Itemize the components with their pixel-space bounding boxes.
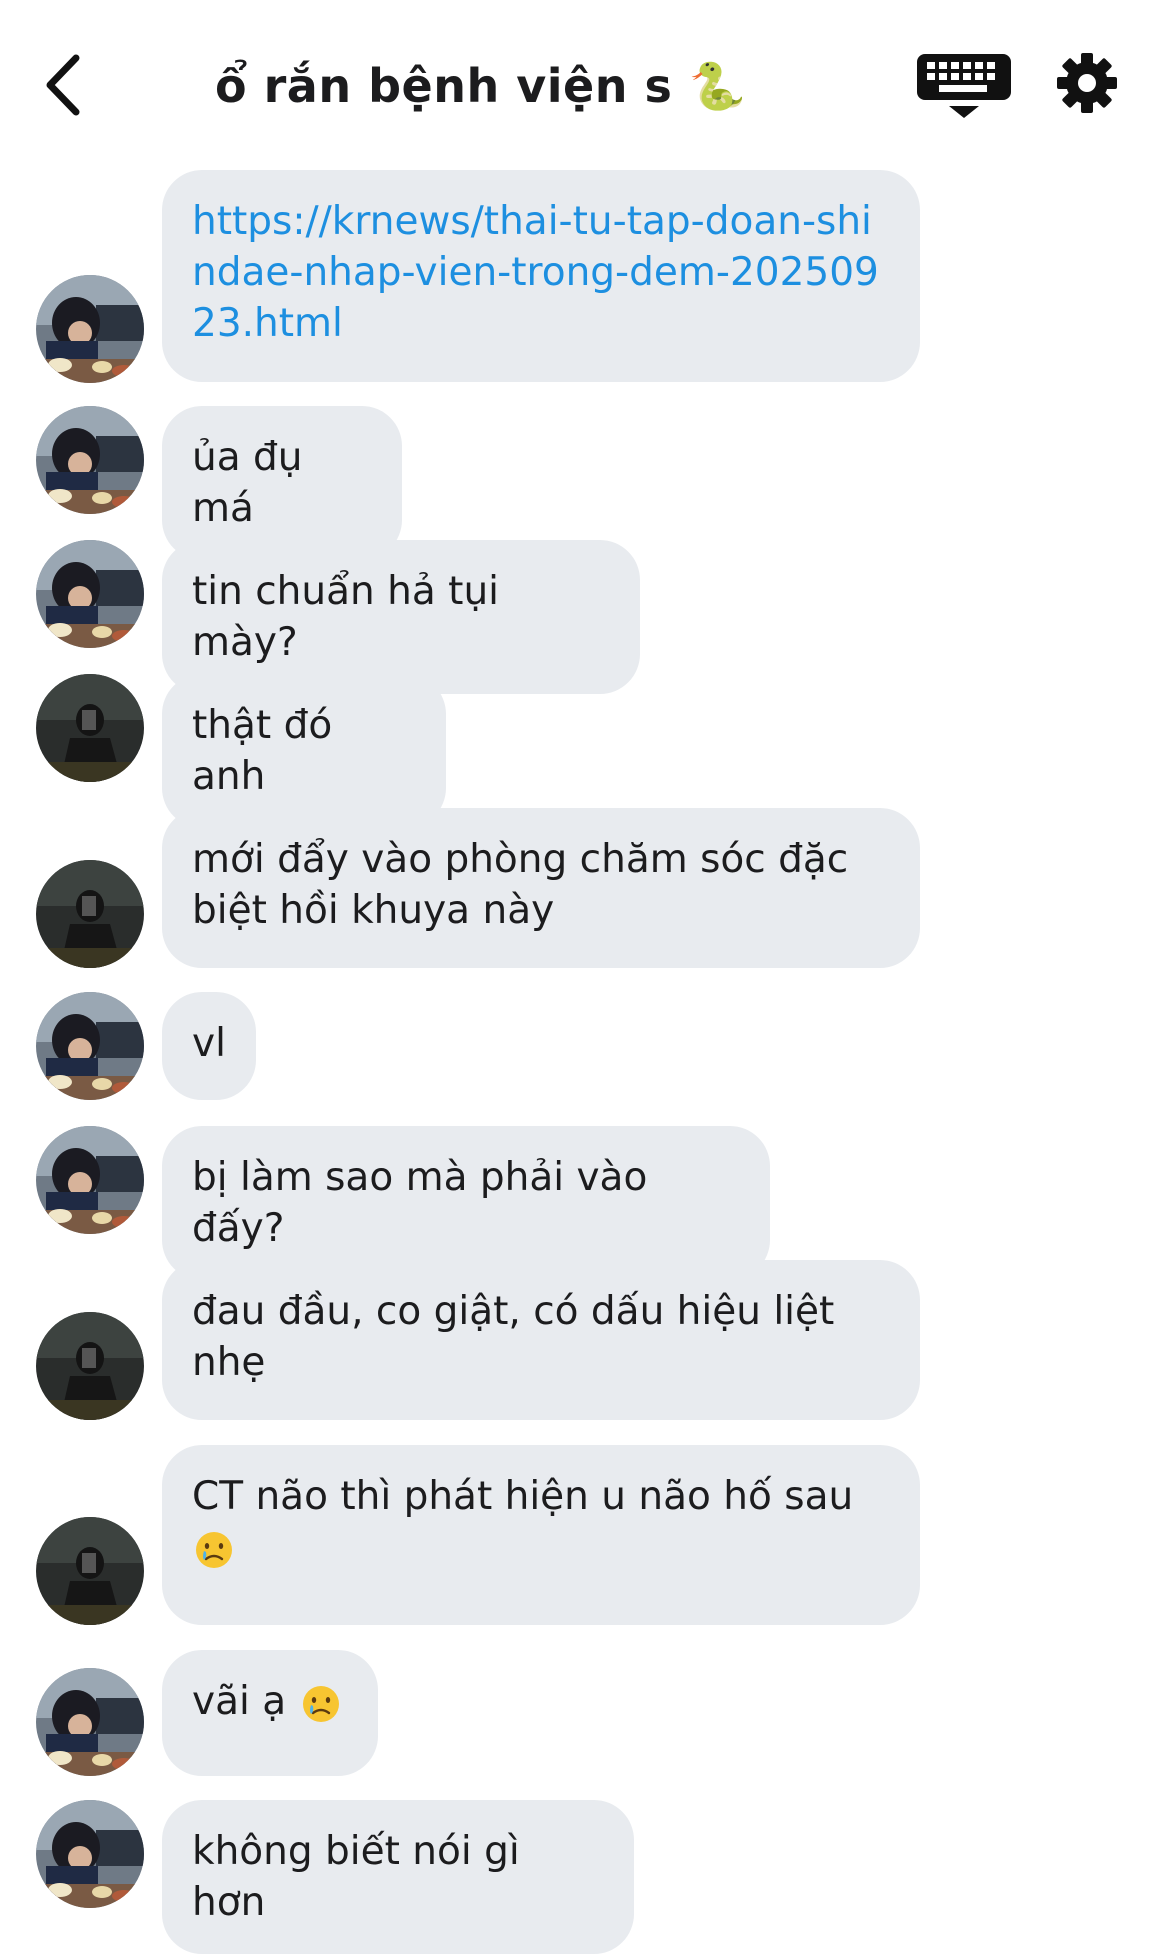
- message-text: đau đầu, co giật, có dấu hiệu liệt nhẹ: [192, 1289, 835, 1385]
- message-link-bubble[interactable]: https://krnews/thai-tu-tap-doan-shindae-…: [162, 170, 920, 382]
- gear-icon: [1057, 53, 1117, 113]
- message-link-text[interactable]: https://krnews/thai-tu-tap-doan-shindae-…: [192, 199, 879, 346]
- avatar-user-b[interactable]: [36, 674, 144, 782]
- message-row: vl: [0, 992, 1160, 1100]
- chat-header: ổ rắn bệnh viện s 🐍: [0, 0, 1160, 170]
- message-row: đau đầu, co giật, có dấu hiệu liệt nhẹ: [0, 1260, 1160, 1420]
- crying-face-icon: [302, 1685, 339, 1722]
- avatar-user-b[interactable]: [36, 860, 144, 968]
- message-row: https://krnews/thai-tu-tap-doan-shindae-…: [0, 170, 1160, 383]
- message-bubble: đau đầu, co giật, có dấu hiệu liệt nhẹ: [162, 1260, 920, 1420]
- message-row: vãi ạ: [0, 1650, 1160, 1776]
- message-bubble: CT não thì phát hiện u não hố sau: [162, 1445, 920, 1625]
- avatar-user-a[interactable]: [36, 992, 144, 1100]
- message-row: bị làm sao mà phải vào đấy?: [0, 1126, 1160, 1280]
- avatar-user-a[interactable]: [36, 1126, 144, 1234]
- message-bubble: tin chuẩn hả tụi mày?: [162, 540, 640, 694]
- message-row: không biết nói gì hơn: [0, 1800, 1160, 1954]
- message-row: ủa đụ má: [0, 406, 1160, 560]
- message-bubble: vãi ạ: [162, 1650, 378, 1776]
- chat-title: ổ rắn bệnh viện s 🐍: [215, 59, 747, 113]
- message-bubble: thật đó anh: [162, 674, 446, 828]
- message-row: mới đẩy vào phòng chăm sóc đặc biệt hồi …: [0, 808, 1160, 968]
- avatar-user-b[interactable]: [36, 1517, 144, 1625]
- message-text: ủa đụ má: [192, 435, 303, 531]
- back-button[interactable]: [40, 52, 90, 118]
- message-row: tin chuẩn hả tụi mày?: [0, 540, 1160, 694]
- message-text: vãi ạ: [192, 1679, 287, 1724]
- avatar-user-a[interactable]: [36, 1668, 144, 1776]
- message-bubble: ủa đụ má: [162, 406, 402, 560]
- keyboard-button[interactable]: [915, 52, 1013, 120]
- message-text: tin chuẩn hả tụi mày?: [192, 569, 499, 665]
- avatar-user-a[interactable]: [36, 540, 144, 648]
- message-bubble: vl: [162, 992, 256, 1100]
- crying-face-icon: [196, 1531, 232, 1568]
- message-bubble: không biết nói gì hơn: [162, 1800, 634, 1954]
- message-text: không biết nói gì hơn: [192, 1829, 520, 1925]
- keyboard-icon: [917, 54, 1011, 118]
- message-text: bị làm sao mà phải vào đấy?: [192, 1155, 648, 1251]
- message-bubble: bị làm sao mà phải vào đấy?: [162, 1126, 770, 1280]
- message-row: thật đó anh: [0, 674, 1160, 828]
- settings-button[interactable]: [1056, 52, 1118, 114]
- avatar-user-a[interactable]: [36, 406, 144, 514]
- message-row: CT não thì phát hiện u não hố sau: [0, 1445, 1160, 1625]
- message-bubble: mới đẩy vào phòng chăm sóc đặc biệt hồi …: [162, 808, 920, 968]
- message-text: mới đẩy vào phòng chăm sóc đặc biệt hồi …: [192, 837, 849, 933]
- message-text: CT não thì phát hiện u não hố sau: [192, 1474, 854, 1519]
- message-text: vl: [192, 1021, 226, 1066]
- avatar-user-a[interactable]: [36, 1800, 144, 1908]
- message-text: thật đó anh: [192, 703, 333, 799]
- chevron-left-icon: [46, 54, 80, 116]
- avatar-user-a[interactable]: [36, 275, 144, 383]
- avatar-user-b[interactable]: [36, 1312, 144, 1420]
